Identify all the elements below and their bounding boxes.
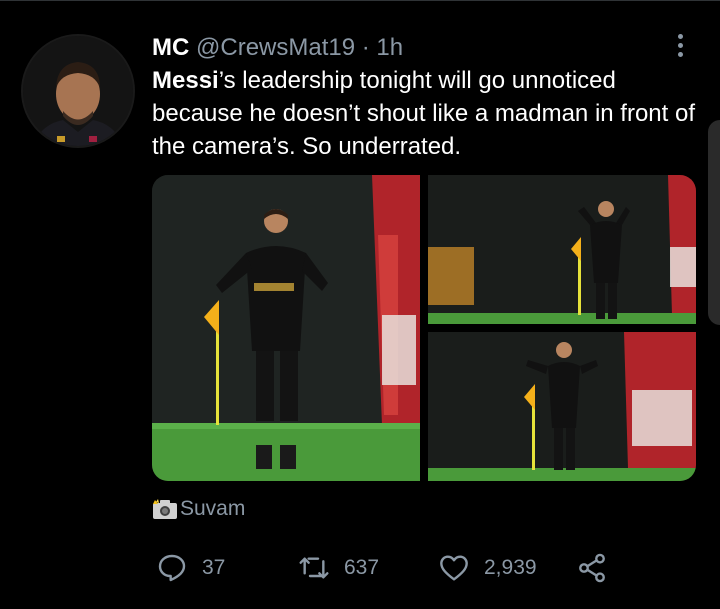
scrollbar[interactable]: [708, 120, 720, 325]
like-count: 2,939: [484, 556, 537, 579]
tweet-text: Messi’s leadership tonight will go unnot…: [152, 64, 702, 163]
camera-icon: [153, 499, 177, 519]
avatar-image: [23, 36, 133, 146]
more-vertical-icon[interactable]: [672, 34, 688, 60]
heart-icon: [440, 555, 468, 581]
top-divider: [0, 0, 720, 1]
action-bar: 37 637 2,939: [152, 552, 622, 586]
display-name[interactable]: MC: [152, 34, 189, 61]
handle[interactable]: @CrewsMat19: [196, 34, 355, 61]
timestamp[interactable]: 1h: [376, 34, 403, 61]
photo-3[interactable]: [428, 332, 696, 481]
avatar[interactable]: [23, 36, 133, 146]
like-button[interactable]: 2,939: [438, 552, 537, 584]
photo-1[interactable]: [152, 175, 420, 481]
reply-count: 37: [202, 556, 226, 579]
retweet-count: 637: [344, 556, 380, 579]
photo-credit: Suvam: [152, 497, 245, 521]
share-icon: [579, 553, 605, 583]
media-grid: [152, 175, 696, 481]
share-button[interactable]: [576, 552, 622, 584]
tweet-text-bold: Messi: [152, 67, 219, 94]
reply-button[interactable]: 37: [156, 552, 225, 584]
separator: ·: [361, 34, 370, 61]
photo-2[interactable]: [428, 175, 696, 324]
tweet-text-rest: ’s leadership tonight will go unnoticed …: [152, 67, 695, 160]
credit-name: Suvam: [180, 497, 246, 520]
reply-icon: [158, 554, 186, 582]
retweet-icon: [299, 557, 329, 579]
retweet-button[interactable]: 637: [298, 552, 379, 584]
tweet-header: MC @CrewsMat19 · 1h: [152, 34, 403, 62]
